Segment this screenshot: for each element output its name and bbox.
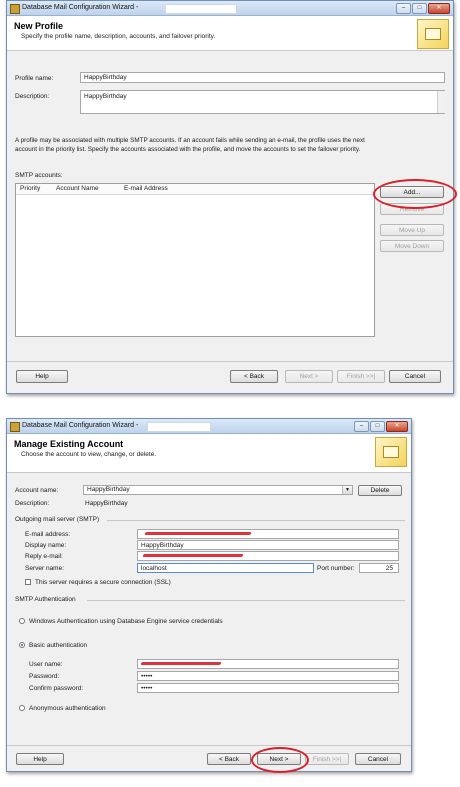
help-button[interactable]: Help — [16, 370, 68, 383]
display-name-input[interactable]: HappyBirthday — [137, 540, 399, 550]
account-name-select[interactable]: HappyBirthday ▼ — [83, 485, 353, 495]
finish-button[interactable]: Finish >>| — [337, 370, 385, 383]
mail-wizard-icon — [375, 437, 407, 467]
port-number-input[interactable]: 25 — [359, 563, 399, 573]
ssl-checkbox[interactable] — [25, 579, 31, 585]
minimize-icon[interactable]: – — [396, 3, 411, 14]
basic-auth-radio[interactable] — [19, 642, 25, 648]
cancel-button[interactable]: Cancel — [389, 370, 441, 383]
auth-separator — [87, 600, 405, 601]
wizard-header: Manage Existing Account Choose the accou… — [7, 434, 411, 473]
profile-name-input[interactable]: HappyBirthday — [80, 72, 445, 83]
column-email-address[interactable]: E-mail Address — [124, 185, 168, 192]
display-name-label: Display name: — [25, 542, 67, 549]
app-icon — [10, 4, 20, 14]
description-label: Description: — [15, 93, 50, 100]
mail-wizard-icon — [417, 19, 449, 49]
anonymous-auth-radio[interactable] — [19, 705, 25, 711]
server-name-label: Server name: — [25, 565, 65, 572]
finish-button[interactable]: Finish >>| — [305, 753, 349, 765]
windows-auth-label: Windows Authentication using Database En… — [29, 618, 223, 625]
windows-auth-radio[interactable] — [19, 618, 25, 624]
email-redaction — [144, 532, 252, 535]
title-bar[interactable]: Database Mail Configuration Wizard - – □… — [7, 419, 411, 434]
wizard-header: New Profile Specify the profile name, de… — [7, 16, 453, 51]
port-number-label: Port number: — [317, 565, 355, 572]
column-account-name[interactable]: Account Name — [56, 185, 99, 192]
ssl-label: This server requires a secure connection… — [35, 579, 171, 586]
column-priority[interactable]: Priority — [20, 185, 40, 192]
next-highlight-circle — [251, 747, 309, 773]
footer-separator — [7, 361, 453, 362]
description-scrollbar[interactable] — [437, 91, 445, 113]
account-name-value: HappyBirthday — [87, 486, 130, 493]
confirm-password-input[interactable]: ••••• — [137, 683, 399, 693]
password-input[interactable]: ••••• — [137, 671, 399, 681]
email-address-label: E-mail address: — [25, 531, 71, 538]
anonymous-auth-label: Anonymous authentication — [29, 705, 106, 712]
description-label: Description: — [15, 500, 50, 507]
profile-name-label: Profile name: — [15, 75, 54, 82]
move-down-button[interactable]: Move Down — [380, 240, 444, 252]
close-icon[interactable]: ✕ — [386, 421, 408, 432]
delete-button[interactable]: Delete — [358, 485, 402, 496]
smtp-accounts-grid[interactable]: Priority Account Name E-mail Address — [15, 183, 375, 337]
server-name-input[interactable]: localhost — [137, 563, 314, 573]
add-highlight-circle — [373, 179, 457, 209]
back-button[interactable]: < Back — [230, 370, 278, 383]
back-button[interactable]: < Back — [207, 753, 251, 765]
info-text-line-1: A profile may be associated with multipl… — [15, 137, 365, 144]
password-label: Password: — [29, 673, 60, 680]
description-textarea[interactable]: HappyBirthday — [80, 90, 445, 114]
footer-separator — [7, 745, 411, 746]
confirm-password-label: Confirm password: — [29, 685, 84, 692]
outgoing-mail-server-label: Outgoing mail server (SMTP) — [15, 516, 100, 523]
description-value: HappyBirthday — [85, 500, 128, 507]
page-title: New Profile — [14, 21, 64, 31]
user-name-redaction — [140, 662, 222, 665]
page-subtitle: Choose the account to view, change, or d… — [21, 451, 157, 458]
reply-email-label: Reply e-mail: — [25, 553, 63, 560]
chevron-down-icon[interactable]: ▼ — [342, 486, 352, 494]
info-text-line-2: account in the priority list. Specify th… — [15, 146, 361, 153]
smtp-accounts-label: SMTP accounts: — [15, 172, 63, 179]
maximize-icon[interactable]: □ — [412, 3, 427, 14]
app-icon — [10, 422, 20, 432]
wizard-window-new-profile: Database Mail Configuration Wizard - – □… — [6, 0, 457, 394]
minimize-icon[interactable]: – — [354, 421, 369, 432]
window-title: Database Mail Configuration Wizard - — [22, 422, 139, 429]
basic-auth-label: Basic authentication — [29, 642, 88, 649]
move-up-button[interactable]: Move Up — [380, 224, 444, 236]
wizard-window-manage-account: Database Mail Configuration Wizard - – □… — [6, 418, 412, 773]
outgoing-separator — [107, 520, 405, 521]
title-redaction — [147, 422, 211, 432]
smtp-authentication-label: SMTP Authentication — [15, 596, 76, 603]
close-icon[interactable]: ✕ — [428, 3, 450, 14]
cancel-button[interactable]: Cancel — [355, 753, 401, 765]
reply-email-redaction — [142, 554, 244, 557]
user-name-label: User name: — [29, 661, 63, 668]
title-bar[interactable]: Database Mail Configuration Wizard - – □… — [7, 1, 453, 16]
account-name-label: Account name: — [15, 487, 59, 494]
grid-header: Priority Account Name E-mail Address — [16, 184, 374, 195]
page-title: Manage Existing Account — [14, 439, 124, 449]
title-redaction — [165, 4, 237, 14]
maximize-icon[interactable]: □ — [370, 421, 385, 432]
next-button[interactable]: Next > — [285, 370, 333, 383]
page-subtitle: Specify the profile name, description, a… — [21, 33, 216, 40]
window-title: Database Mail Configuration Wizard - — [22, 4, 139, 11]
help-button[interactable]: Help — [16, 753, 64, 765]
